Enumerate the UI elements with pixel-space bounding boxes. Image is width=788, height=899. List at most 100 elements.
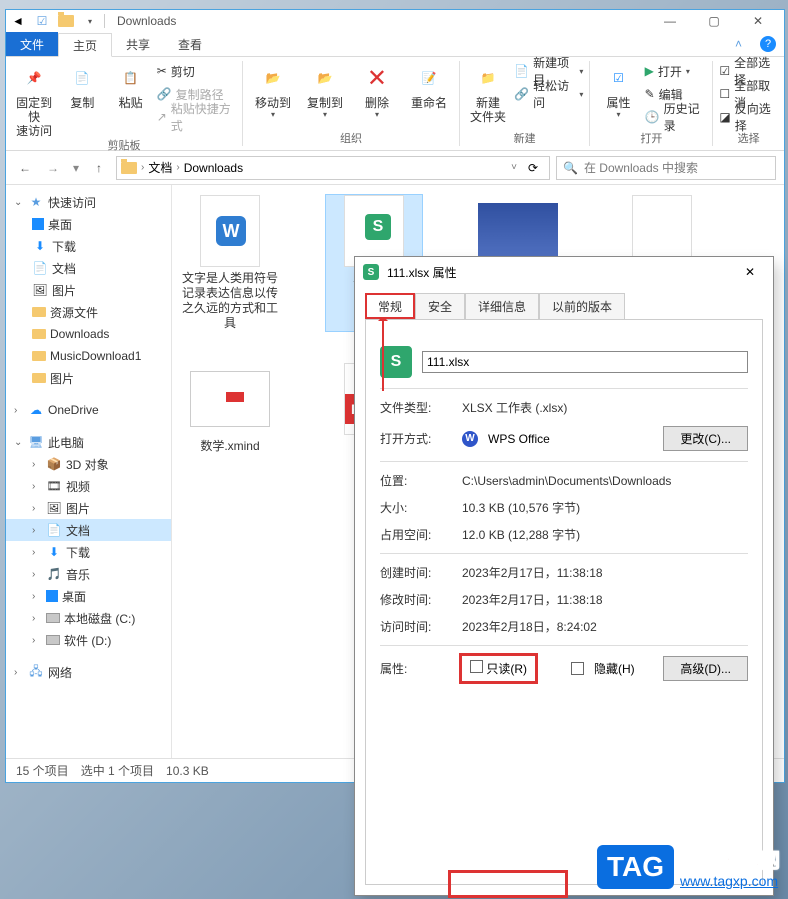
annotation-highlight: 只读(R) [462, 656, 535, 681]
videos-icon: 🎞 [46, 478, 62, 494]
close-button[interactable]: ✕ [736, 10, 780, 32]
invert-selection-button[interactable]: ◪反向选择 [719, 106, 778, 128]
forward-button[interactable]: → [42, 156, 64, 180]
sidebar-pictures3[interactable]: ›🖼图片 [6, 497, 171, 519]
spreadsheet-icon: S [365, 214, 391, 240]
folder-icon [32, 351, 46, 361]
tab-file[interactable]: 文件 [6, 32, 58, 56]
file-type-value: XLSX 工作表 (.xlsx) [462, 399, 748, 416]
tab-share[interactable]: 共享 [112, 32, 164, 56]
history-icon: 🕒 [645, 110, 660, 124]
copy-button[interactable]: 📄 复制 [60, 60, 104, 110]
help-icon[interactable]: ? [760, 36, 776, 52]
cut-button[interactable]: ✂剪切 [157, 60, 236, 82]
dialog-tabs: 常规 安全 详细信息 以前的版本 [355, 287, 773, 319]
window-title: Downloads [117, 14, 176, 28]
sidebar-3d-objects[interactable]: ›📦3D 对象 [6, 453, 171, 475]
sidebar-documents2[interactable]: ›📄文档 [6, 519, 171, 541]
sidebar-disk-c[interactable]: ›本地磁盘 (C:) [6, 607, 171, 629]
rename-button[interactable]: 📝重命名 [405, 60, 453, 110]
spreadsheet-icon: S [380, 346, 412, 378]
file-item[interactable]: 数学.xmind [182, 363, 278, 499]
tab-home[interactable]: 主页 [58, 33, 112, 57]
sidebar-music-download[interactable]: MusicDownload1 [6, 345, 171, 367]
folder-icon [121, 162, 137, 174]
chevron-right-icon[interactable]: › [141, 162, 144, 173]
breadcrumb-documents[interactable]: 文档 [148, 159, 172, 176]
sidebar-music[interactable]: ›🎵音乐 [6, 563, 171, 585]
history-button[interactable]: 🕒历史记录 [645, 106, 707, 128]
sidebar-this-pc[interactable]: ⌄🖥此电脑 [6, 431, 171, 453]
ribbon: 📌 固定到快 速访问 📄 复制 📋 粘贴 ✂剪切 🔗复制路径 ↗粘贴快捷方式 剪 [6, 57, 784, 151]
qat-properties-icon[interactable]: ☑ [34, 13, 50, 29]
paste-button[interactable]: 📋 粘贴 [108, 60, 152, 110]
sidebar-downloads2[interactable]: ›⬇下载 [6, 541, 171, 563]
address-bar[interactable]: › 文档 › Downloads ˅ ⟳ [116, 156, 550, 180]
paste-icon: 📋 [115, 62, 147, 94]
disk-size-value: 12.0 KB (12,288 字节) [462, 526, 748, 543]
item-count: 15 个项目 [16, 762, 69, 779]
advanced-button[interactable]: 高级(D)... [663, 656, 748, 681]
filename-input[interactable] [422, 351, 748, 373]
properties-button[interactable]: ☑属性▾ [596, 60, 640, 119]
dialog-titlebar: S 111.xlsx 属性 ✕ [355, 257, 773, 287]
chevron-right-icon[interactable]: › [176, 162, 179, 173]
sidebar-resource[interactable]: 资源文件 [6, 301, 171, 323]
new-folder-button[interactable]: 📁新建 文件夹 [466, 60, 510, 124]
file-item[interactable]: W 文字是人类用符号记录表达信息以传之久远的方式和工具 [182, 195, 278, 331]
delete-button[interactable]: ✕删除▾ [353, 60, 401, 119]
qat-back-icon[interactable]: ◄ [10, 13, 26, 29]
sidebar-desktop[interactable]: 桌面 [6, 213, 171, 235]
minimize-button[interactable]: — [648, 10, 692, 32]
folder-icon [32, 329, 46, 339]
dialog-close-button[interactable]: ✕ [735, 265, 765, 279]
tab-details[interactable]: 详细信息 [465, 293, 539, 319]
desktop-icon [32, 218, 44, 230]
sidebar-disk-d[interactable]: ›软件 (D:) [6, 629, 171, 651]
up-button[interactable]: ↑ [88, 156, 110, 180]
tab-general[interactable]: 常规 [365, 293, 415, 319]
tab-previous-versions[interactable]: 以前的版本 [539, 293, 625, 319]
open-button[interactable]: ▶打开▾ [645, 60, 707, 82]
desktop-icon [46, 590, 58, 602]
copy-to-button[interactable]: 📂复制到▾ [301, 60, 349, 119]
sidebar-pictures[interactable]: 🖼图片 [6, 279, 171, 301]
back-button[interactable]: ← [14, 156, 36, 180]
sidebar-quick-access[interactable]: ⌄★快速访问 [6, 191, 171, 213]
document-icon: 📄 [46, 522, 62, 538]
folder-icon [58, 13, 74, 29]
sidebar-videos[interactable]: ›🎞视频 [6, 475, 171, 497]
pin-to-quick-access-button[interactable]: 📌 固定到快 速访问 [12, 60, 56, 138]
sidebar-desktop2[interactable]: ›桌面 [6, 585, 171, 607]
delete-icon: ✕ [361, 62, 393, 94]
qat-dropdown-icon[interactable]: ▾ [82, 13, 98, 29]
chevron-down-icon[interactable]: ˅ [511, 162, 517, 173]
sidebar-onedrive[interactable]: ›☁OneDrive [6, 399, 171, 421]
move-to-button[interactable]: 📂移动到▾ [249, 60, 297, 119]
annotation-arrow [382, 315, 384, 391]
tab-security[interactable]: 安全 [415, 293, 465, 319]
history-dropdown[interactable]: ▾ [70, 156, 82, 180]
sidebar-downloads-folder[interactable]: Downloads [6, 323, 171, 345]
copyto-icon: 📂 [309, 62, 341, 94]
tab-view[interactable]: 查看 [164, 32, 216, 56]
paste-shortcut-button[interactable]: ↗粘贴快捷方式 [157, 106, 236, 128]
sidebar-network[interactable]: ›🖧网络 [6, 661, 171, 683]
change-button[interactable]: 更改(C)... [663, 426, 748, 451]
easy-access-button[interactable]: 🔗轻松访问▾ [514, 83, 583, 105]
sidebar-pictures2[interactable]: 图片 [6, 367, 171, 389]
sidebar: ⌄★快速访问 桌面 ⬇下载 📄文档 🖼图片 资源文件 Downloads Mus… [6, 185, 172, 758]
sidebar-downloads[interactable]: ⬇下载 [6, 235, 171, 257]
maximize-button[interactable]: ▢ [692, 10, 736, 32]
created-value: 2023年2月17日，11:38:18 [462, 564, 748, 581]
pin-icon: 📌 [18, 62, 50, 94]
wps-icon: W [462, 431, 478, 447]
refresh-button[interactable]: ⟳ [521, 161, 545, 175]
hidden-checkbox[interactable] [571, 662, 584, 675]
breadcrumb-downloads[interactable]: Downloads [184, 161, 243, 175]
sidebar-documents[interactable]: 📄文档 [6, 257, 171, 279]
collapse-ribbon-icon[interactable]: ˄ [735, 37, 742, 51]
readonly-checkbox[interactable] [470, 660, 483, 673]
tag-logo: TAG [597, 845, 674, 889]
search-input[interactable]: 🔍 在 Downloads 中搜索 [556, 156, 776, 180]
